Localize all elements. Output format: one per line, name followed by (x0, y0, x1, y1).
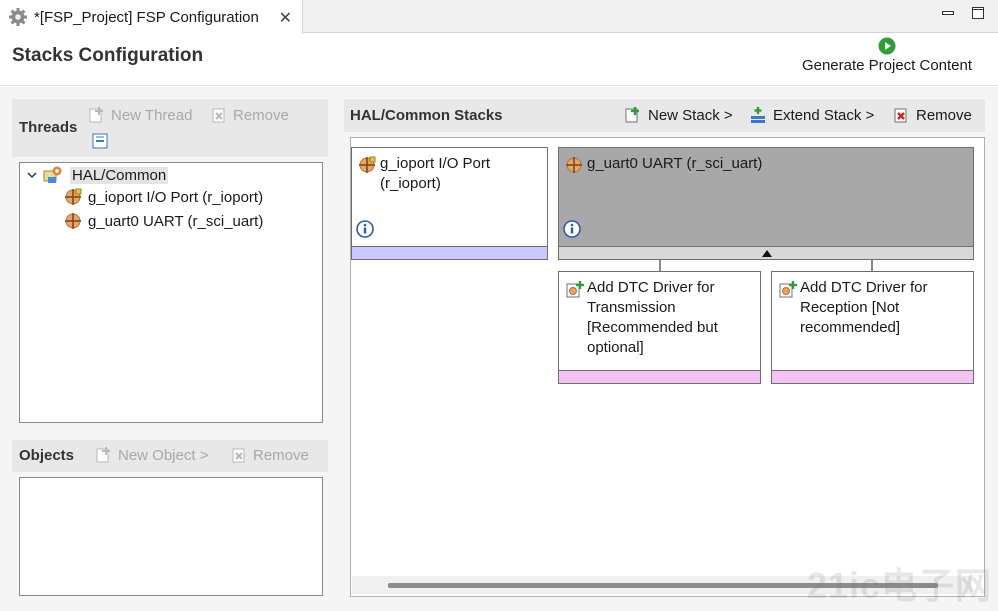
tree-node-label: HAL/Common (70, 166, 169, 184)
stacks-header: HAL/Common Stacks New Stack > Extend Sta… (344, 99, 985, 132)
add-driver-icon (566, 281, 584, 298)
add-driver-icon (779, 281, 797, 298)
tab-title: *[FSP_Project] FSP Configuration (34, 8, 259, 26)
new-object-button[interactable]: New Object > (95, 446, 208, 464)
maximize-button[interactable] (970, 5, 986, 21)
threads-tree: HAL/Common g_ioport I/O Port (r_ioport) … (19, 162, 323, 423)
generate-project-content-button[interactable]: Generate Project Content (792, 37, 982, 75)
card-line: Add DTC Driver for (587, 279, 715, 296)
card-line: g_uart0 UART (r_sci_uart) (587, 155, 763, 172)
info-icon[interactable] (356, 220, 374, 238)
module-icon (65, 188, 82, 205)
card-line: g_ioport I/O Port (380, 155, 491, 172)
stack-card-g-uart0[interactable]: g_uart0 UART (r_sci_uart) (558, 147, 974, 260)
gear-icon (9, 8, 27, 26)
tree-node-hal-common[interactable]: HAL/Common (26, 165, 169, 185)
remove-object-button[interactable]: Remove (230, 446, 309, 464)
tree-node-label: g_ioport I/O Port (r_ioport) (88, 188, 264, 206)
objects-title: Objects (19, 447, 75, 464)
new-thread-button[interactable]: New Thread (88, 106, 192, 124)
stack-card-label: g_uart0 UART (r_sci_uart) (587, 154, 762, 174)
card-line: Transmission (587, 299, 676, 316)
new-thread-icon (89, 107, 103, 123)
collapse-arrow-icon[interactable] (762, 250, 772, 257)
module-icon (566, 157, 582, 173)
card-line: Reception [Not (800, 299, 900, 316)
card-line: [Recommended but (587, 319, 718, 336)
remove-stack-label: Remove (916, 106, 972, 124)
tree-node-g-ioport[interactable]: g_ioport I/O Port (r_ioport) (64, 188, 263, 206)
card-line: (r_ioport) (380, 175, 441, 192)
tree-node-label: g_uart0 UART (r_sci_uart) (88, 212, 264, 230)
extend-stack-label: Extend Stack > (773, 106, 875, 124)
module-icon (65, 213, 81, 229)
minimize-button[interactable] (940, 5, 956, 21)
stack-card-strip (772, 370, 973, 383)
chevron-down-icon[interactable] (26, 169, 38, 181)
tree-node-g-uart0[interactable]: g_uart0 UART (r_sci_uart) (64, 212, 263, 230)
extend-stack-icon (751, 107, 765, 123)
minimize-icon (942, 11, 954, 15)
generate-label: Generate Project Content (801, 57, 973, 74)
page-header: Stacks Configuration Generate Project Co… (0, 34, 998, 86)
stack-card-strip (559, 370, 760, 383)
new-stack-label: New Stack > (648, 106, 733, 124)
editor-tab[interactable]: *[FSP_Project] FSP Configuration ✕ (0, 0, 303, 34)
stack-card-strip (352, 246, 547, 259)
card-line: optional] (587, 339, 644, 356)
remove-icon (232, 448, 245, 463)
new-object-icon (96, 447, 110, 463)
hal-common-icon (43, 166, 62, 183)
play-icon (878, 37, 896, 55)
dtc-transmission-label: Add DTC Driver for Transmission [Recomme… (587, 278, 718, 358)
watermark: 21ic电子网 (806, 565, 992, 606)
remove-thread-button[interactable]: Remove (210, 106, 289, 124)
card-line: recommended] (800, 319, 901, 336)
dtc-reception-label: Add DTC Driver for Reception [Not recomm… (800, 278, 928, 338)
remove-object-label: Remove (253, 446, 309, 464)
stack-card-label: g_ioport I/O Port (r_ioport) (380, 154, 490, 194)
remove-thread-label: Remove (233, 106, 289, 124)
stack-card-g-ioport[interactable]: g_ioport I/O Port (r_ioport) (351, 147, 548, 260)
new-stack-button[interactable]: New Stack > (624, 106, 733, 124)
info-icon[interactable] (563, 220, 581, 238)
dtc-reception-card[interactable]: Add DTC Driver for Reception [Not recomm… (771, 271, 974, 384)
dtc-transmission-card[interactable]: Add DTC Driver for Transmission [Recomme… (558, 271, 761, 384)
page-title: Stacks Configuration (12, 45, 204, 66)
new-thread-label: New Thread (111, 106, 193, 124)
editor-tab-bar: *[FSP_Project] FSP Configuration ✕ (0, 0, 998, 34)
card-line: Add DTC Driver for (800, 279, 928, 296)
module-icon (359, 156, 376, 173)
maximize-icon (972, 7, 984, 19)
new-stack-icon (625, 107, 639, 123)
objects-header: Objects New Object > Remove (12, 440, 328, 472)
stack-card-strip (559, 246, 973, 259)
objects-list (19, 477, 323, 596)
threads-title: Threads (19, 119, 78, 136)
close-icon[interactable]: ✕ (279, 8, 292, 28)
remove-icon (894, 108, 907, 123)
remove-stack-button[interactable]: Remove (892, 106, 972, 124)
threads-header: Threads New Thread Remove (12, 99, 328, 157)
remove-icon (212, 108, 225, 123)
stacks-title: HAL/Common Stacks (350, 107, 503, 124)
collapse-all-icon[interactable] (92, 133, 108, 149)
new-object-label: New Object > (118, 446, 209, 464)
extend-stack-button[interactable]: Extend Stack > (749, 106, 874, 124)
